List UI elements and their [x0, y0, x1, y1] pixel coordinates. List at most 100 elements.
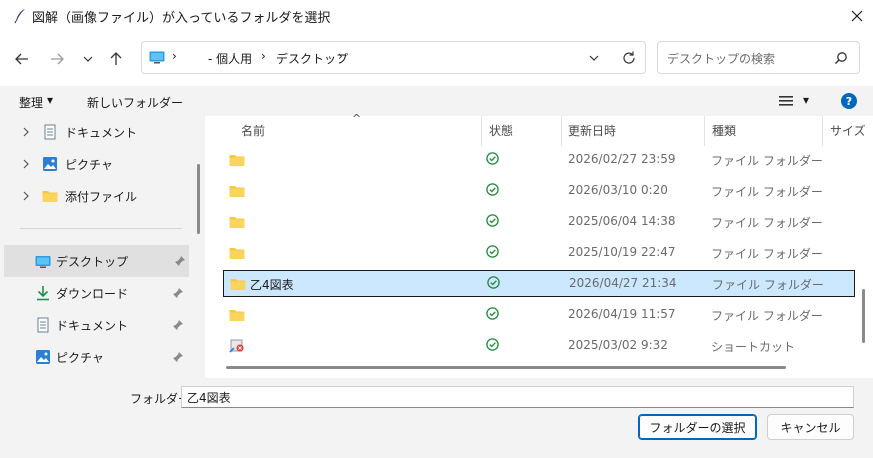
file-modified: 2026/04/19 11:57 — [568, 307, 676, 321]
file-type: ファイル フォルダー — [711, 309, 823, 323]
up-button[interactable] — [102, 45, 130, 73]
sync-check-icon — [486, 245, 499, 258]
close-button[interactable] — [840, 0, 873, 32]
nav-item-label: ダウンロード — [56, 287, 129, 301]
column-header-type[interactable]: 種類 — [712, 122, 736, 139]
pin-icon[interactable] — [174, 255, 186, 267]
file-row[interactable]: 乙4図表 2026/04/27 21:34 ファイル フォルダー — [223, 270, 855, 297]
breadcrumb-chevron[interactable]: › — [261, 49, 266, 63]
horizontal-scrollbar[interactable] — [226, 366, 786, 369]
column-divider[interactable] — [561, 116, 562, 146]
pin-icon[interactable] — [172, 319, 184, 331]
chevron-right-icon[interactable] — [21, 157, 31, 171]
chevron-down-icon — [83, 56, 93, 62]
document-icon — [37, 317, 49, 333]
new-folder-button[interactable]: 新しいフォルダー — [87, 94, 183, 111]
pin-icon[interactable] — [172, 351, 184, 363]
folder-icon — [229, 310, 245, 321]
arrow-left-icon — [15, 53, 28, 65]
file-list: 名前 ^ 状態 更新日時 種類 サイズ 2026/02/27 23:59 ファイル… — [205, 112, 873, 378]
picture-icon — [36, 350, 50, 364]
address-bar[interactable]: › - 個人用 › デスクトップ › — [141, 41, 646, 74]
sync-check-icon — [486, 214, 499, 227]
sort-ascending-icon: ^ — [352, 112, 362, 125]
help-icon[interactable]: ? — [841, 93, 857, 109]
sync-check-icon — [486, 307, 499, 320]
nav-pane-scrollbar[interactable] — [197, 164, 200, 234]
organize-dropdown-icon[interactable]: ▾ — [47, 93, 53, 107]
arrow-up-icon — [110, 52, 122, 65]
file-row[interactable]: 2025/10/19 22:47 ファイル フォルダー — [223, 240, 855, 267]
chevron-right-icon[interactable] — [21, 125, 31, 139]
desktop-pc-icon — [149, 51, 165, 64]
breadcrumb-chevron[interactable]: › — [172, 49, 177, 63]
search-icon[interactable] — [834, 51, 848, 65]
chevron-right-icon[interactable] — [21, 189, 31, 203]
column-header-status[interactable]: 状態 — [489, 122, 513, 139]
organize-button[interactable]: 整理 — [19, 94, 43, 111]
column-header-size[interactable]: サイズ — [830, 122, 870, 139]
folder-icon — [229, 186, 245, 197]
arrow-right-icon — [51, 53, 64, 65]
breadcrumb-segment-personal[interactable]: - 個人用 — [208, 50, 252, 67]
column-divider[interactable] — [704, 116, 705, 146]
navigation-pane: ドキュメント ピクチャ 添付ファイル デスクトップ ダウンロード ドキュメント … — [0, 116, 205, 378]
folder-icon — [229, 248, 245, 259]
file-row[interactable]: 2025/03/02 9:32 ショートカット — [223, 333, 855, 360]
file-row[interactable]: 2026/03/10 0:20 ファイル フォルダー — [223, 178, 855, 205]
file-type: ファイル フォルダー — [711, 185, 823, 199]
column-header-row: 名前 ^ 状態 更新日時 種類 サイズ — [205, 112, 873, 146]
quick-access-desktop[interactable]: デスクトップ — [4, 245, 189, 277]
desktop-icon — [35, 256, 51, 268]
quick-access-pictures[interactable]: ピクチャ — [0, 343, 197, 371]
quick-access-downloads[interactable]: ダウンロード — [0, 279, 197, 307]
nav-item-label: ピクチャ — [65, 158, 113, 172]
file-modified: 2025/06/04 14:38 — [568, 214, 676, 228]
nav-tree-attachments[interactable]: 添付ファイル — [0, 182, 197, 210]
title-bar: 図解（画像ファイル）が入っているフォルダを選択 — [0, 0, 873, 32]
folder-name-field[interactable] — [181, 386, 854, 408]
column-divider[interactable] — [481, 116, 482, 146]
file-modified: 2025/03/02 9:32 — [568, 338, 668, 352]
cancel-button[interactable]: キャンセル — [767, 414, 854, 440]
nav-item-label: 添付ファイル — [65, 190, 138, 204]
file-row[interactable]: 2026/04/19 11:57 ファイル フォルダー — [223, 302, 855, 329]
forward-button[interactable] — [43, 45, 71, 73]
folder-icon — [229, 217, 245, 228]
nav-item-label: デスクトップ — [56, 255, 129, 269]
search-box[interactable]: デスクトップの検索 — [657, 41, 860, 74]
file-type: ファイル フォルダー — [711, 154, 823, 168]
quick-access-documents[interactable]: ドキュメント — [0, 311, 197, 339]
shortcut-icon — [229, 339, 244, 353]
vertical-scrollbar[interactable] — [862, 289, 865, 343]
file-modified: 2025/10/19 22:47 — [568, 245, 676, 259]
sync-check-icon — [486, 152, 499, 165]
quill-pen-icon — [14, 9, 25, 24]
search-input[interactable]: デスクトップの検索 — [667, 50, 775, 67]
pin-icon[interactable] — [172, 287, 184, 299]
back-button[interactable] — [8, 45, 36, 73]
column-header-modified[interactable]: 更新日時 — [568, 122, 616, 139]
column-header-name[interactable]: 名前 — [241, 122, 265, 139]
address-history-chevron-icon[interactable] — [586, 50, 602, 66]
view-options-dropdown-icon[interactable]: ▾ — [803, 93, 809, 107]
recent-locations-button[interactable] — [74, 45, 102, 73]
view-options-icon[interactable] — [779, 95, 793, 107]
file-type: ファイル フォルダー — [712, 278, 824, 292]
download-icon — [37, 286, 49, 301]
file-modified: 2026/02/27 23:59 — [568, 152, 676, 166]
file-row[interactable]: 2025/06/04 14:38 ファイル フォルダー — [223, 209, 855, 236]
select-folder-button[interactable]: フォルダーの選択 — [638, 414, 757, 440]
document-icon — [44, 124, 56, 140]
file-type: ファイル フォルダー — [711, 247, 823, 261]
nav-item-label: ドキュメント — [56, 319, 129, 333]
refresh-icon[interactable] — [621, 50, 637, 66]
nav-divider — [20, 228, 182, 229]
file-row[interactable]: 2026/02/27 23:59 ファイル フォルダー — [223, 147, 855, 174]
sync-check-icon — [486, 183, 499, 196]
nav-tree-pictures[interactable]: ピクチャ — [0, 150, 197, 178]
sync-check-icon — [486, 338, 499, 351]
breadcrumb-chevron[interactable]: › — [338, 49, 343, 63]
column-divider[interactable] — [822, 116, 823, 146]
nav-tree-documents[interactable]: ドキュメント — [0, 118, 197, 146]
